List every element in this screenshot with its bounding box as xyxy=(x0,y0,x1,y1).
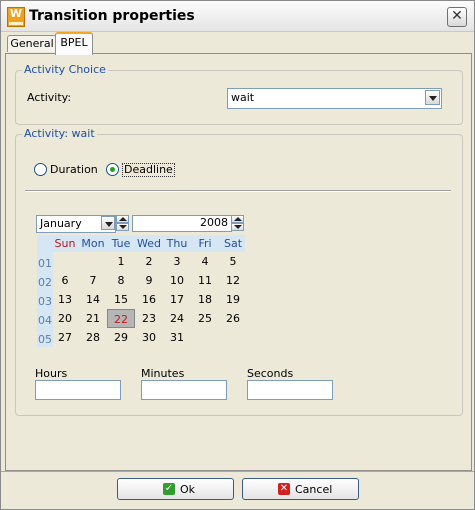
calendar-day[interactable]: 14 xyxy=(79,290,107,309)
weekday-wed: Wed xyxy=(137,237,161,250)
footer-separator xyxy=(1,471,474,472)
weekday-tue: Tue xyxy=(111,237,131,250)
close-button[interactable]: ✕ xyxy=(447,7,467,27)
calendar-day[interactable]: 21 xyxy=(79,309,107,328)
calendar-day[interactable]: 6 xyxy=(51,271,79,290)
month-down-arrow-icon[interactable] xyxy=(116,223,129,231)
calendar-day[interactable]: 20 xyxy=(51,309,79,328)
weekday-sun: Sun xyxy=(54,237,76,250)
calendar-day[interactable]: 28 xyxy=(79,328,107,347)
year-up-arrow-icon[interactable] xyxy=(231,215,244,223)
calendar-day[interactable]: 30 xyxy=(135,328,163,347)
month-spinner[interactable] xyxy=(116,215,129,231)
chevron-down-icon[interactable] xyxy=(425,90,440,105)
calendar-day[interactable]: 12 xyxy=(219,271,247,290)
duration-label[interactable]: Duration xyxy=(50,163,98,176)
calendar-day[interactable]: 18 xyxy=(191,290,219,309)
title-bar[interactable]: W Transition properties ✕ xyxy=(1,1,474,32)
minutes-label: Minutes xyxy=(141,367,185,380)
calendar-day[interactable]: 2 xyxy=(135,252,163,271)
weekday-mon: Mon xyxy=(81,237,105,250)
year-field[interactable]: 2008 xyxy=(132,215,232,232)
minutes-input[interactable] xyxy=(141,380,227,400)
hours-label: Hours xyxy=(35,367,68,380)
calendar-day[interactable]: 11 xyxy=(191,271,219,290)
activity-select-value: wait xyxy=(231,91,255,104)
activity-wait-legend: Activity: wait xyxy=(22,127,97,140)
close-icon: ✕ xyxy=(451,8,463,24)
activity-label: Activity: xyxy=(27,91,72,104)
month-select[interactable]: January xyxy=(36,215,116,233)
weekday-fri: Fri xyxy=(198,237,212,250)
cancel-button[interactable]: ✕ Cancel xyxy=(242,478,359,500)
deadline-label[interactable]: Deadline xyxy=(122,163,175,177)
calendar-day[interactable]: 29 xyxy=(107,328,135,347)
calendar-day[interactable]: 9 xyxy=(135,271,163,290)
ok-button[interactable]: ✓ Ok xyxy=(117,478,234,500)
calendar-day[interactable]: 13 xyxy=(51,290,79,309)
calendar-day[interactable]: 3 xyxy=(163,252,191,271)
week-number: 01 xyxy=(38,257,52,270)
duration-radio[interactable] xyxy=(34,163,47,176)
calendar-day[interactable]: 25 xyxy=(191,309,219,328)
app-logo-icon: W xyxy=(7,7,25,27)
calendar-day[interactable]: 1 xyxy=(107,252,135,271)
calendar-day[interactable]: 27 xyxy=(51,328,79,347)
year-value: 2008 xyxy=(200,216,228,229)
calendar-day[interactable]: 8 xyxy=(107,271,135,290)
year-spinner[interactable] xyxy=(231,215,244,231)
tab-general[interactable]: General xyxy=(7,35,57,52)
calendar-day[interactable]: 5 xyxy=(219,252,247,271)
ok-button-label: Ok xyxy=(180,483,196,496)
calendar-day-selected[interactable]: 22 xyxy=(107,309,135,328)
calendar-day[interactable]: 19 xyxy=(219,290,247,309)
month-chevron-down-icon[interactable] xyxy=(101,216,115,230)
calendar-day[interactable]: 31 xyxy=(163,328,191,347)
dialog-window: W Transition properties ✕ General BPEL A… xyxy=(0,0,475,510)
calendar-day[interactable]: 26 xyxy=(219,309,247,328)
calendar-day[interactable]: 4 xyxy=(191,252,219,271)
activity-choice-legend: Activity Choice xyxy=(22,63,108,76)
cancel-button-label: Cancel xyxy=(295,483,333,496)
calendar-day[interactable]: 16 xyxy=(135,290,163,309)
year-down-arrow-icon[interactable] xyxy=(231,223,244,231)
month-up-arrow-icon[interactable] xyxy=(116,215,129,223)
check-icon: ✓ xyxy=(163,483,175,495)
window-title: Transition properties xyxy=(29,8,195,24)
calendar-day[interactable]: 10 xyxy=(163,271,191,290)
seconds-label: Seconds xyxy=(247,367,294,380)
calendar-day[interactable]: 23 xyxy=(135,309,163,328)
calendar-day[interactable]: 24 xyxy=(163,309,191,328)
weekday-sat: Sat xyxy=(223,237,243,250)
cancel-x-icon: ✕ xyxy=(278,483,290,495)
hours-input[interactable] xyxy=(35,380,121,400)
seconds-input[interactable] xyxy=(247,380,333,400)
weekday-thu: Thu xyxy=(166,237,188,250)
activity-select[interactable]: wait xyxy=(227,88,442,109)
calendar-day[interactable]: 17 xyxy=(163,290,191,309)
calendar-day[interactable]: 7 xyxy=(79,271,107,290)
separator xyxy=(25,190,451,192)
deadline-radio[interactable] xyxy=(106,163,119,176)
month-select-value: January xyxy=(40,217,82,230)
tab-bpel[interactable]: BPEL xyxy=(55,32,93,55)
calendar-day[interactable]: 15 xyxy=(107,290,135,309)
